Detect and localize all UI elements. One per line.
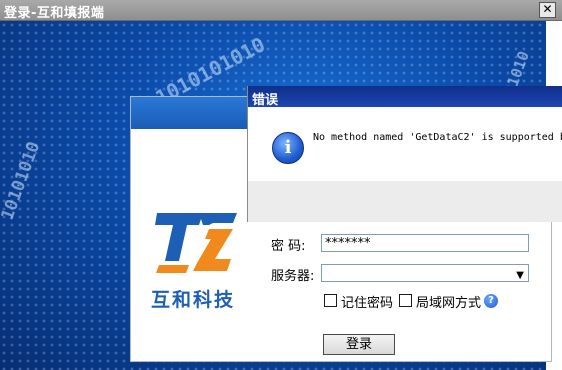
error-dialog: 错误 i No method named 'GetDataC2' is supp… xyxy=(247,86,562,222)
help-icon[interactable]: ? xyxy=(484,294,498,308)
lan-mode-label[interactable]: 局域网方式 xyxy=(416,292,481,311)
chevron-down-icon[interactable]: ▼ xyxy=(516,267,524,285)
window-title: 登录-互和填报端 xyxy=(4,6,105,21)
window-titlebar: 登录-互和填报端 ✕ xyxy=(0,0,562,21)
info-icon: i xyxy=(272,132,304,164)
remember-password-checkbox[interactable] xyxy=(324,294,337,307)
server-select[interactable]: ▼ xyxy=(321,264,529,282)
brand-name: 互和科技 xyxy=(151,289,236,311)
lan-mode-checkbox[interactable] xyxy=(399,294,412,307)
window-close-button[interactable]: ✕ xyxy=(539,2,556,18)
remember-password-label[interactable]: 记住密码 xyxy=(341,292,393,311)
error-dialog-body: i No method named 'GetDataC2' is support… xyxy=(248,107,562,181)
login-button[interactable]: 登录 xyxy=(323,334,395,355)
server-label: 服务器: xyxy=(271,269,315,284)
password-label: 密 码: xyxy=(271,239,306,254)
company-logo xyxy=(153,209,241,279)
error-dialog-titlebar: 错误 xyxy=(248,86,562,108)
password-field[interactable]: ******* xyxy=(321,234,529,252)
error-message: No method named 'GetDataC2' is supported… xyxy=(313,132,562,143)
error-dialog-title: 错误 xyxy=(252,93,279,108)
